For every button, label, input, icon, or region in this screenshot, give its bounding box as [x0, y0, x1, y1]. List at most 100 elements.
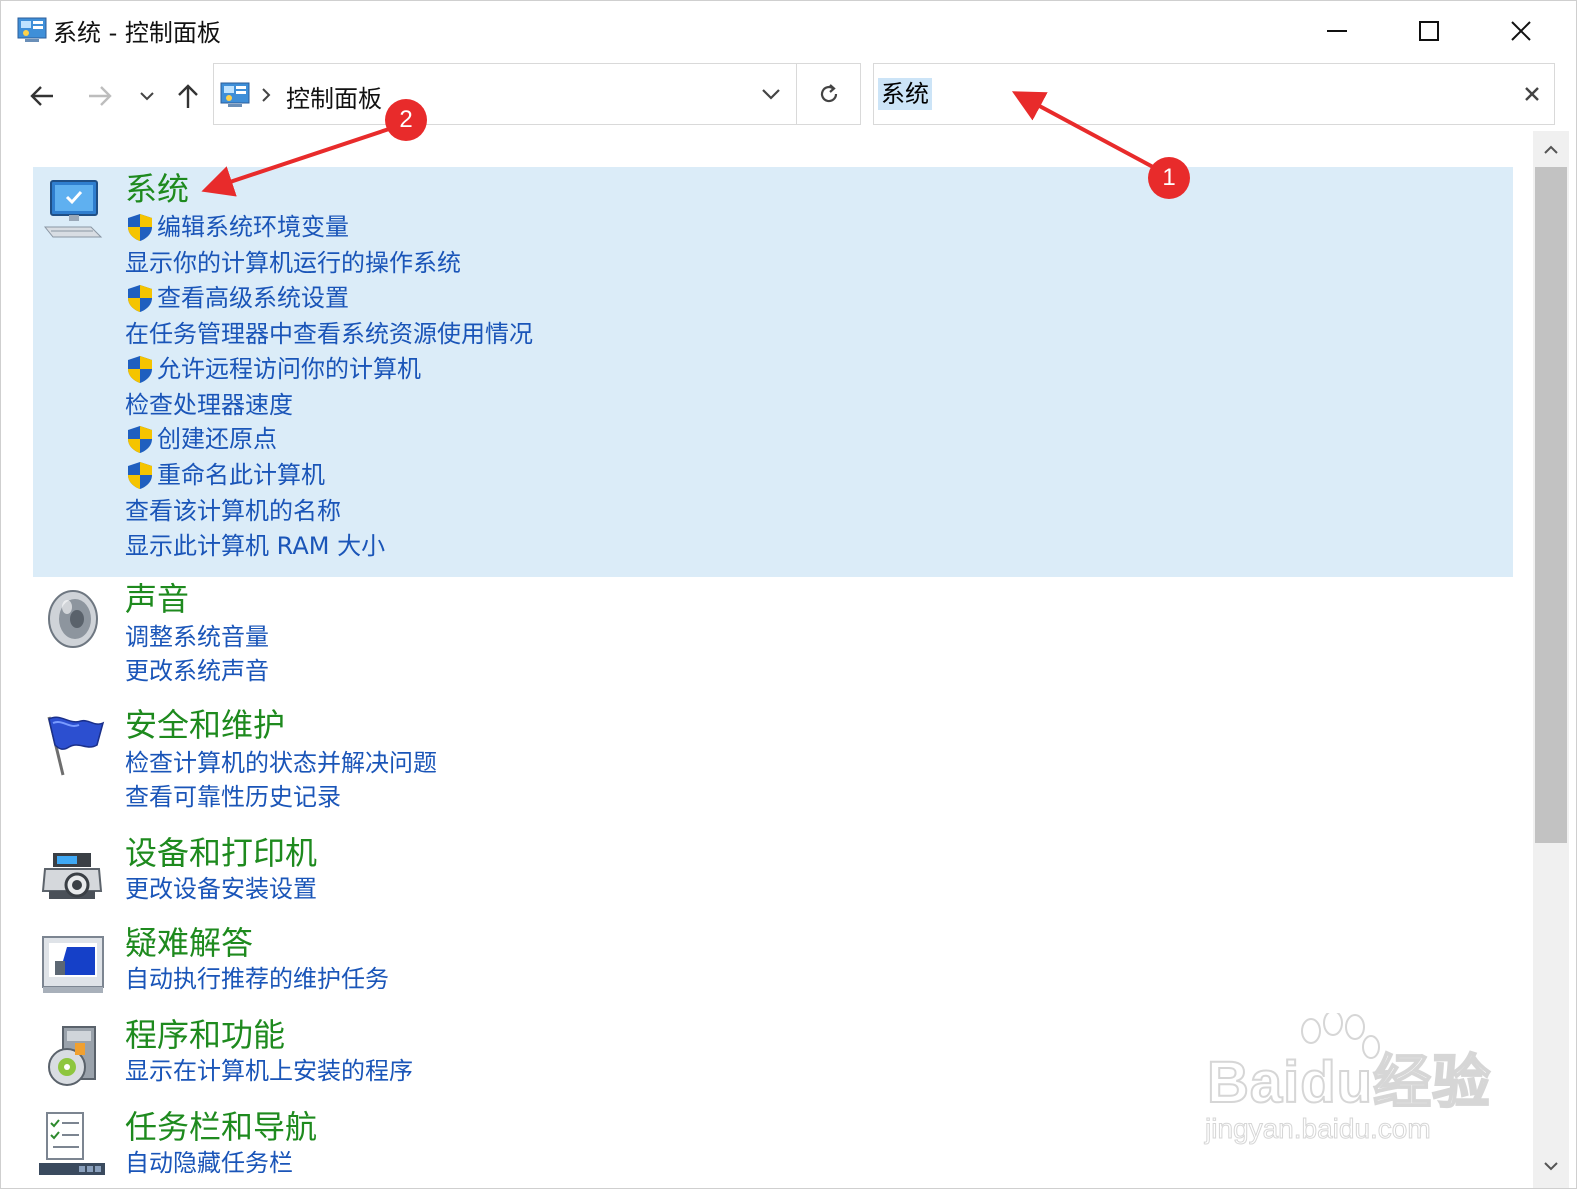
- result-group-sound[interactable]: 声音 调整系统音量 更改系统声音: [33, 577, 1513, 693]
- link-installed-programs[interactable]: 显示在计算机上安装的程序: [125, 1055, 413, 1087]
- link-computer-name[interactable]: 查看该计算机的名称: [125, 495, 341, 527]
- link-label: 重命名此计算机: [157, 461, 325, 489]
- link-label: 检查计算机的状态并解决问题: [125, 749, 437, 777]
- uac-shield-icon: [128, 214, 152, 241]
- title-bar: 系统 - 控制面板: [1, 1, 1576, 61]
- refresh-icon: [820, 84, 838, 103]
- refresh-button[interactable]: [798, 64, 860, 124]
- maximize-icon: [1419, 21, 1439, 41]
- result-title-sound[interactable]: 声音: [125, 579, 189, 619]
- link-remote-access[interactable]: 允许远程访问你的计算机: [125, 353, 421, 385]
- uac-shield-icon: [128, 426, 152, 453]
- up-button[interactable]: [167, 71, 209, 121]
- link-task-manager-resources[interactable]: 在任务管理器中查看系统资源使用情况: [125, 318, 533, 350]
- address-dropdown-button[interactable]: [746, 64, 796, 124]
- result-title-system[interactable]: 系统: [125, 169, 189, 209]
- speaker-icon: [48, 590, 98, 648]
- recent-locations-button[interactable]: [133, 71, 161, 121]
- link-advanced-settings[interactable]: 查看高级系统设置: [125, 282, 349, 314]
- link-auto-hide-taskbar[interactable]: 自动隐藏任务栏: [125, 1147, 293, 1179]
- breadcrumb-separator[interactable]: [258, 80, 274, 110]
- maximize-button[interactable]: [1383, 1, 1475, 61]
- watermark-url: jingyan.baidu.com: [1205, 1113, 1432, 1145]
- clear-search-button[interactable]: [1510, 64, 1554, 124]
- chevron-up-icon: [1544, 145, 1558, 154]
- chevron-down-icon: [1544, 1162, 1558, 1171]
- link-label: 检查处理器速度: [125, 391, 293, 419]
- arrow-left-icon: [30, 86, 53, 106]
- control-panel-icon: [220, 82, 250, 107]
- computer-monitor-icon: [43, 180, 103, 238]
- result-title-devices[interactable]: 设备和打印机: [125, 833, 317, 873]
- result-group-system[interactable]: 系统 编辑系统环境变量 显示你的计算机运行的操作系统 查看高级系统设置 在任务管…: [33, 167, 1513, 577]
- uac-shield-icon: [128, 285, 152, 312]
- scroll-up-button[interactable]: [1533, 131, 1569, 169]
- annotation-badge-1: 1: [1148, 157, 1190, 199]
- link-adjust-volume[interactable]: 调整系统音量: [125, 621, 269, 653]
- window-title: 系统 - 控制面板: [53, 19, 221, 47]
- programs-disc-icon: [48, 1026, 96, 1086]
- result-group-troubleshooting[interactable]: 疑难解答 自动执行推荐的维护任务: [33, 921, 1513, 1001]
- close-button[interactable]: [1475, 1, 1567, 61]
- link-create-restore-point[interactable]: 创建还原点: [125, 423, 277, 455]
- control-panel-icon: [17, 17, 47, 42]
- uac-shield-icon: [128, 356, 152, 383]
- result-title-security[interactable]: 安全和维护: [125, 705, 285, 745]
- link-label: 显示你的计算机运行的操作系统: [125, 249, 461, 277]
- breadcrumb-control-panel[interactable]: 控制面板: [286, 79, 382, 114]
- link-label: 编辑系统环境变量: [157, 213, 349, 241]
- search-input[interactable]: 系统: [878, 78, 932, 110]
- troubleshoot-monitor-icon: [42, 936, 104, 993]
- link-label: 显示在计算机上安装的程序: [125, 1057, 413, 1085]
- watermark-brand: Baidu经验: [1206, 1049, 1492, 1116]
- chevron-right-icon: [262, 88, 271, 102]
- chevron-down-icon: [762, 89, 780, 100]
- link-label: 查看可靠性历史记录: [125, 783, 341, 811]
- link-show-os[interactable]: 显示你的计算机运行的操作系统: [125, 247, 461, 279]
- minimize-button[interactable]: [1291, 1, 1383, 61]
- link-ram-size[interactable]: 显示此计算机 RAM 大小: [125, 530, 385, 562]
- flag-icon: [47, 716, 105, 776]
- link-check-status[interactable]: 检查计算机的状态并解决问题: [125, 747, 437, 779]
- link-reliability-history[interactable]: 查看可靠性历史记录: [125, 781, 341, 813]
- link-label: 更改系统声音: [125, 657, 269, 685]
- taskbar-checklist-icon: [39, 1112, 105, 1175]
- back-button[interactable]: [21, 71, 63, 121]
- link-label: 允许远程访问你的计算机: [157, 355, 421, 383]
- annotation-badge-2: 2: [385, 99, 427, 141]
- address-bar[interactable]: 控制面板: [213, 63, 861, 125]
- link-label: 更改设备安装设置: [125, 875, 317, 903]
- chevron-down-icon: [140, 92, 154, 101]
- forward-button[interactable]: [79, 71, 121, 121]
- result-group-security[interactable]: 安全和维护 检查计算机的状态并解决问题 查看可靠性历史记录: [33, 703, 1513, 819]
- link-label: 创建还原点: [157, 425, 277, 453]
- control-panel-window: 系统 - 控制面板 控制面板 系统 系统 编辑系统环境变量 显示你的计算机运行的…: [0, 0, 1577, 1189]
- scroll-thumb[interactable]: [1535, 167, 1567, 843]
- link-label: 调整系统音量: [125, 623, 269, 651]
- link-label: 显示此计算机 RAM 大小: [125, 532, 386, 560]
- link-edit-env-vars[interactable]: 编辑系统环境变量: [125, 211, 349, 243]
- link-label: 在任务管理器中查看系统资源使用情况: [125, 320, 533, 348]
- link-processor-speed[interactable]: 检查处理器速度: [125, 389, 293, 421]
- arrow-right-icon: [89, 86, 112, 106]
- link-auto-maintenance[interactable]: 自动执行推荐的维护任务: [125, 963, 389, 995]
- result-group-devices[interactable]: 设备和打印机 更改设备安装设置: [33, 831, 1513, 911]
- close-icon: [1511, 21, 1531, 41]
- link-change-sounds[interactable]: 更改系统声音: [125, 655, 269, 687]
- minimize-icon: [1327, 30, 1347, 32]
- search-box[interactable]: 系统: [873, 63, 1555, 125]
- link-label: 自动隐藏任务栏: [125, 1149, 293, 1177]
- link-rename-computer[interactable]: 重命名此计算机: [125, 459, 325, 491]
- result-title-taskbar[interactable]: 任务栏和导航: [125, 1107, 317, 1147]
- address-divider: [796, 64, 797, 124]
- link-label: 查看该计算机的名称: [125, 497, 341, 525]
- vertical-scrollbar[interactable]: [1533, 131, 1569, 1188]
- link-device-install-settings[interactable]: 更改设备安装设置: [125, 873, 317, 905]
- link-label: 查看高级系统设置: [157, 284, 349, 312]
- baidu-watermark: Baidu经验 jingyan.baidu.com: [1201, 1013, 1491, 1153]
- scroll-down-button[interactable]: [1533, 1147, 1569, 1185]
- result-title-troubleshooting[interactable]: 疑难解答: [125, 923, 253, 963]
- result-title-programs[interactable]: 程序和功能: [125, 1015, 285, 1055]
- arrow-up-icon: [178, 84, 198, 108]
- link-label: 自动执行推荐的维护任务: [125, 965, 389, 993]
